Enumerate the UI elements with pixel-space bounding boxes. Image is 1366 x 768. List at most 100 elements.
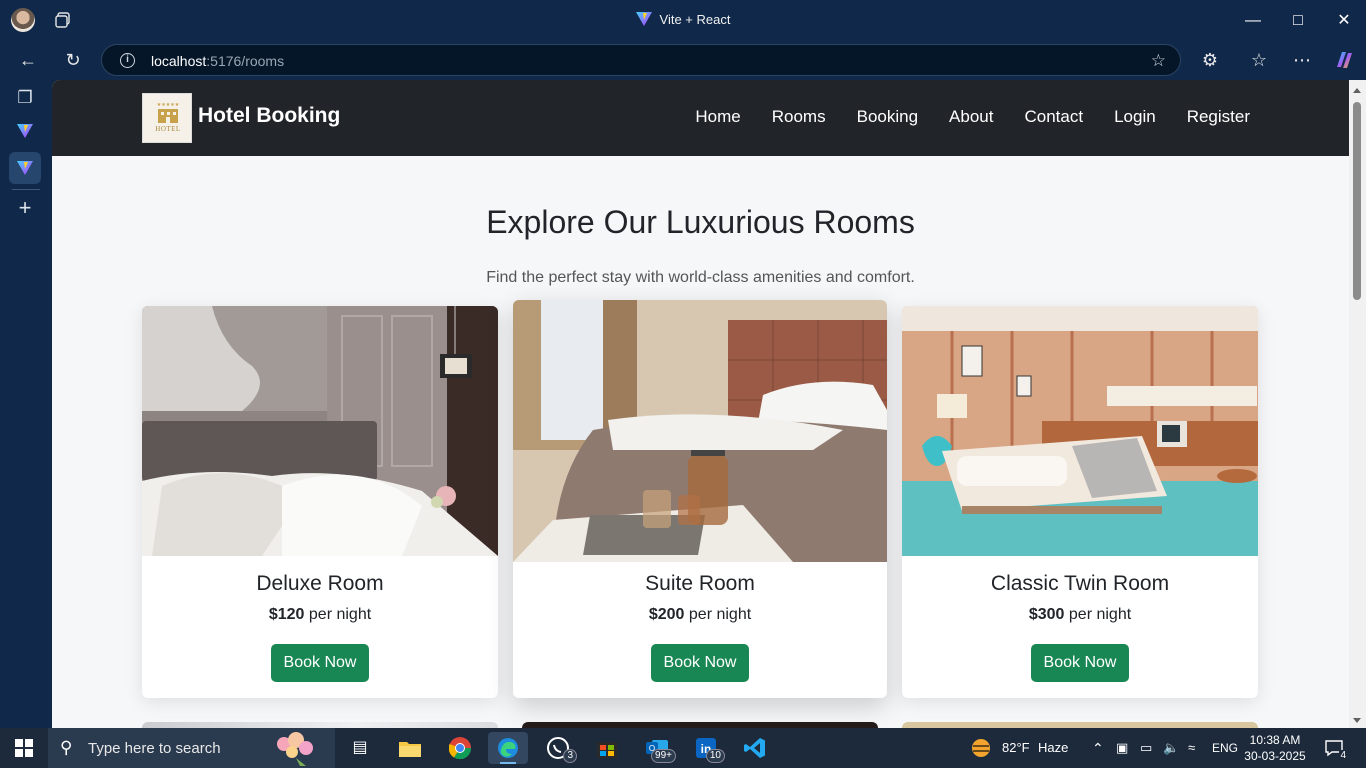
room-price: $200 per night <box>513 606 887 624</box>
url-path: :5176/rooms <box>206 53 285 69</box>
hotel-building-icon: ★★★★★ <box>157 102 180 123</box>
flowers-search-highlight-icon <box>277 732 313 766</box>
weather-temp[interactable]: 82°F <box>1002 728 1030 768</box>
window-title: Vite + React <box>0 12 1366 27</box>
search-placeholder: Type here to search <box>88 740 221 757</box>
site-info-icon[interactable]: i <box>120 53 135 68</box>
more-options-icon[interactable]: ⋯ <box>1291 49 1313 71</box>
show-hidden-icons-chevron-icon[interactable]: ⌃ <box>1092 728 1104 768</box>
site-navbar: ★★★★★ HOTEL Hotel Booking Home Rooms Boo… <box>52 80 1349 156</box>
copilot-icon[interactable] <box>1333 49 1355 71</box>
book-now-button[interactable]: Book Now <box>651 644 749 682</box>
main-nav: Home Rooms Booking About Contact Login R… <box>695 107 1250 127</box>
nav-register[interactable]: Register <box>1187 107 1250 127</box>
chrome-icon[interactable] <box>440 732 480 764</box>
room-price: $300 per night <box>902 606 1258 624</box>
notification-count: 4 <box>1339 750 1347 761</box>
battery-icon[interactable]: ▭ <box>1140 728 1152 768</box>
browser-toolbar: ← ↻ i localhost:5176/rooms ☆ ⚙ ☆ ⋯ <box>0 40 1366 80</box>
url-text[interactable]: localhost:5176/rooms <box>151 53 284 69</box>
weather-desc[interactable]: Haze <box>1038 728 1068 768</box>
volume-icon[interactable]: 🔈 <box>1163 728 1179 768</box>
page-scrollbar[interactable] <box>1349 80 1366 728</box>
room-name: Deluxe Room <box>256 572 384 595</box>
book-now-button[interactable]: Book Now <box>271 644 369 682</box>
room-price-amount: $200 <box>648 606 685 623</box>
nav-booking[interactable]: Booking <box>857 107 918 127</box>
vite-logo-icon <box>635 12 652 26</box>
whatsapp-icon[interactable]: 3 <box>538 732 578 764</box>
room-price-amount: $300 <box>1028 606 1065 623</box>
whatsapp-badge: 3 <box>563 749 577 763</box>
minimize-button[interactable]: — <box>1242 10 1264 32</box>
close-window-button[interactable]: ✕ <box>1333 10 1355 32</box>
favorites-icon[interactable]: ☆ <box>1248 49 1270 71</box>
sidebar-divider <box>12 189 40 190</box>
page-title: Explore Our Luxurious Rooms <box>486 204 915 240</box>
taskbar-search[interactable]: ⚲ Type here to search <box>48 728 335 768</box>
linkedin-badge: 10 <box>705 749 725 763</box>
room-price-unit: per night <box>308 606 372 623</box>
hotel-logo[interactable]: ★★★★★ HOTEL <box>142 93 192 143</box>
vscode-icon[interactable] <box>735 732 775 764</box>
nav-rooms[interactable]: Rooms <box>772 107 826 127</box>
edge-icon[interactable] <box>488 732 528 764</box>
microsoft-store-icon[interactable] <box>587 732 627 764</box>
favorite-star-icon[interactable]: ☆ <box>1151 51 1166 71</box>
vertical-tabs-sidebar: ❐ + <box>0 80 52 728</box>
notification-center[interactable]: 4 <box>1324 738 1347 761</box>
deluxe-room-photo <box>142 306 498 556</box>
extensions-icon[interactable]: ⚙ <box>1199 49 1221 71</box>
weather-icon[interactable] <box>970 737 992 759</box>
browser-title-bar: Vite + React — □ ✕ <box>0 0 1366 40</box>
scroll-up-arrow-icon[interactable] <box>1353 88 1361 93</box>
linkedin-icon[interactable]: in 10 <box>686 732 726 764</box>
book-now-button[interactable]: Book Now <box>1031 644 1129 682</box>
active-app-indicator <box>500 762 516 764</box>
address-bar[interactable]: i localhost:5176/rooms ☆ <box>101 44 1181 76</box>
maximize-button[interactable]: □ <box>1287 10 1309 32</box>
room-price-unit: per night <box>688 606 752 623</box>
search-icon: ⚲ <box>60 738 73 757</box>
nav-contact[interactable]: Contact <box>1024 107 1083 127</box>
new-tab-plus-icon[interactable]: + <box>12 195 38 221</box>
refresh-button[interactable]: ↻ <box>62 49 84 71</box>
file-explorer-icon[interactable] <box>390 732 430 764</box>
windows-taskbar: ⚲ Type here to search ▤ 3 O 99+ in 10 82… <box>0 728 1366 768</box>
task-view-icon[interactable]: ▤ <box>340 732 380 764</box>
room-name: Classic Twin Room <box>990 572 1170 595</box>
hotel-logo-text: HOTEL <box>155 125 181 133</box>
tab-actions-icon[interactable]: ❐ <box>12 85 38 111</box>
scroll-down-arrow-icon[interactable] <box>1353 718 1361 723</box>
language-indicator[interactable]: ENG <box>1212 728 1238 768</box>
svg-text:★★★★★: ★★★★★ <box>157 102 180 108</box>
room-card-deluxe: Deluxe Room $120 per night Book Now <box>142 306 498 698</box>
page-subtitle: Find the perfect stay with world-class a… <box>486 269 915 286</box>
room-card-suite: Suite Room $200 per night Book Now <box>513 300 887 698</box>
nav-login[interactable]: Login <box>1114 107 1156 127</box>
classic-twin-room-photo <box>902 306 1258 556</box>
vite-tab-active-icon[interactable] <box>17 161 33 175</box>
nav-about[interactable]: About <box>949 107 993 127</box>
meet-now-icon[interactable]: ▣ <box>1116 728 1128 768</box>
room-price: $120 per night <box>142 606 498 624</box>
room-price-amount: $120 <box>268 606 305 623</box>
suite-room-photo <box>513 300 887 562</box>
clock-time: 10:38 AM <box>1249 733 1301 747</box>
wifi-icon[interactable]: ≈ <box>1188 728 1195 768</box>
room-card-classic-twin: Classic Twin Room $300 per night Book No… <box>902 306 1258 698</box>
back-button[interactable]: ← <box>17 49 39 71</box>
nav-home[interactable]: Home <box>695 107 740 127</box>
room-name: Suite Room <box>645 572 755 595</box>
windows-start-icon[interactable] <box>15 739 33 757</box>
outlook-icon[interactable]: O 99+ <box>637 732 677 764</box>
system-clock[interactable]: 10:38 AM 30-03-2025 <box>1240 732 1310 764</box>
outlook-badge: 99+ <box>651 749 676 763</box>
vite-tab-icon[interactable] <box>17 124 33 138</box>
page-viewport: ★★★★★ HOTEL Hotel Booking Home Rooms Boo… <box>52 80 1366 728</box>
url-host: localhost <box>151 53 207 69</box>
room-price-unit: per night <box>1068 606 1132 623</box>
clock-date: 30-03-2025 <box>1244 749 1306 763</box>
brand-name[interactable]: Hotel Booking <box>198 104 340 128</box>
scrollbar-thumb[interactable] <box>1353 102 1361 300</box>
